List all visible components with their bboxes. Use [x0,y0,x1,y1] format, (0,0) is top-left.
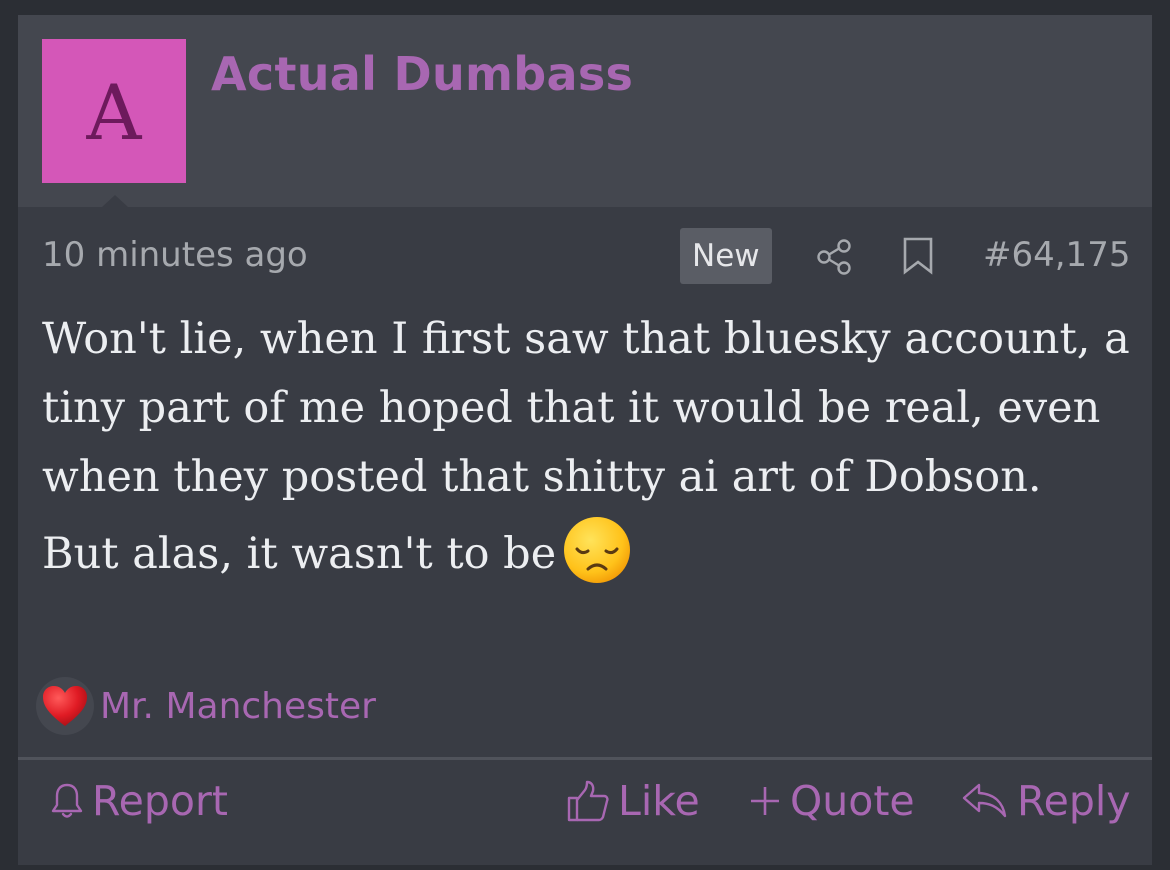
avatar[interactable]: A [42,39,186,183]
post-paragraph-text: But alas, it wasn't to be [42,529,557,579]
username-link[interactable]: Actual Dumbass [211,47,633,101]
reaction-user-link[interactable]: Mr. Manchester [100,686,376,727]
bookmark-icon[interactable] [902,237,934,275]
like-button[interactable]: Like [566,777,700,825]
reactions-bar[interactable]: Mr. Manchester [36,677,376,735]
avatar-letter: A [86,68,142,157]
post-timestamp[interactable]: 10 minutes ago [42,235,308,275]
footer-divider [18,757,1152,760]
reply-button[interactable]: Reply [961,777,1131,825]
thumbs-up-icon [567,780,609,822]
post-number-link[interactable]: #64,175 [983,235,1130,275]
reply-arrow-icon [962,783,1007,818]
post-body: Won't lie, when I first saw that bluesky… [42,305,1132,589]
bell-icon [51,783,83,818]
heart-icon [43,686,87,726]
quote-label: Quote [790,777,915,825]
report-label: Report [92,777,228,825]
post-paragraph: Won't lie, when I first saw that bluesky… [42,314,1130,502]
disappointed-face-icon [564,517,631,583]
like-label: Like [618,777,700,825]
new-badge: New [680,228,772,284]
quote-button[interactable]: Quote [748,777,915,825]
post-paragraph: But alas, it wasn't to be [42,517,1132,589]
post-header: A Actual Dumbass [18,15,1152,207]
report-button[interactable]: Report [50,777,228,825]
post-card: A Actual Dumbass 10 minutes ago New #64,… [18,15,1152,865]
reply-label: Reply [1017,777,1131,825]
plus-icon [751,787,779,815]
reaction-heart[interactable] [36,677,94,735]
header-pointer [102,195,128,207]
share-icon[interactable] [816,239,852,275]
